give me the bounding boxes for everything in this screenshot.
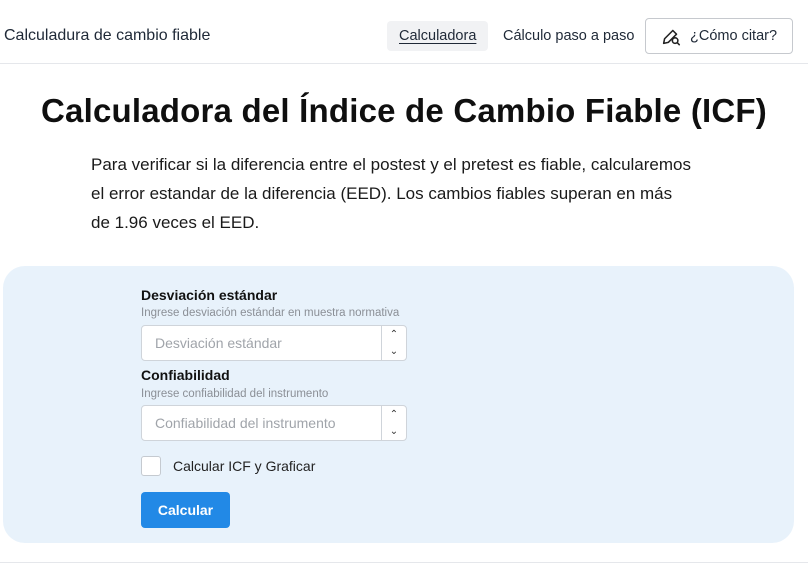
std-dev-label: Desviación estándar [141, 287, 278, 303]
chevron-up-icon[interactable]: ⌃ [382, 406, 406, 423]
std-dev-field: ⌃ ⌄ [141, 325, 407, 361]
chevron-up-icon[interactable]: ⌃ [382, 326, 406, 343]
navbar: Calculadura de cambio fiable Calculadora… [0, 0, 808, 64]
reliability-label: Confiabilidad [141, 367, 230, 383]
cite-button[interactable]: ¿Cómo citar? [645, 18, 793, 54]
reliability-help: Ingrese confiabilidad del instrumento [141, 388, 329, 400]
std-dev-stepper: ⌃ ⌄ [381, 326, 406, 360]
reliability-input[interactable] [142, 406, 382, 440]
page-title: Calculadora del Índice de Cambio Fiable … [41, 92, 767, 129]
intro-paragraph: Para verificar si la diferencia entre el… [91, 155, 691, 232]
icf-checkbox[interactable] [141, 456, 161, 476]
cite-button-label: ¿Cómo citar? [690, 28, 778, 44]
reliability-stepper: ⌃ ⌄ [381, 406, 406, 440]
icf-checkbox-label: Calcular ICF y Graficar [173, 458, 316, 474]
quote-search-icon [662, 29, 681, 46]
std-dev-help: Ingrese desviación estándar en muestra n… [141, 307, 400, 319]
nav-link-calculadora[interactable]: Calculadora [387, 21, 489, 51]
brand-title: Calculadura de cambio fiable [4, 27, 211, 44]
bottom-divider [0, 562, 808, 563]
icf-checkbox-row: Calcular ICF y Graficar [141, 456, 315, 476]
std-dev-input[interactable] [142, 326, 382, 360]
nav-link-calculo-paso-a-paso[interactable]: Cálculo paso a paso [491, 21, 646, 51]
chevron-down-icon[interactable]: ⌄ [382, 343, 406, 360]
calcular-button[interactable]: Calcular [141, 492, 230, 528]
reliability-field: ⌃ ⌄ [141, 405, 407, 441]
chevron-down-icon[interactable]: ⌄ [382, 423, 406, 440]
